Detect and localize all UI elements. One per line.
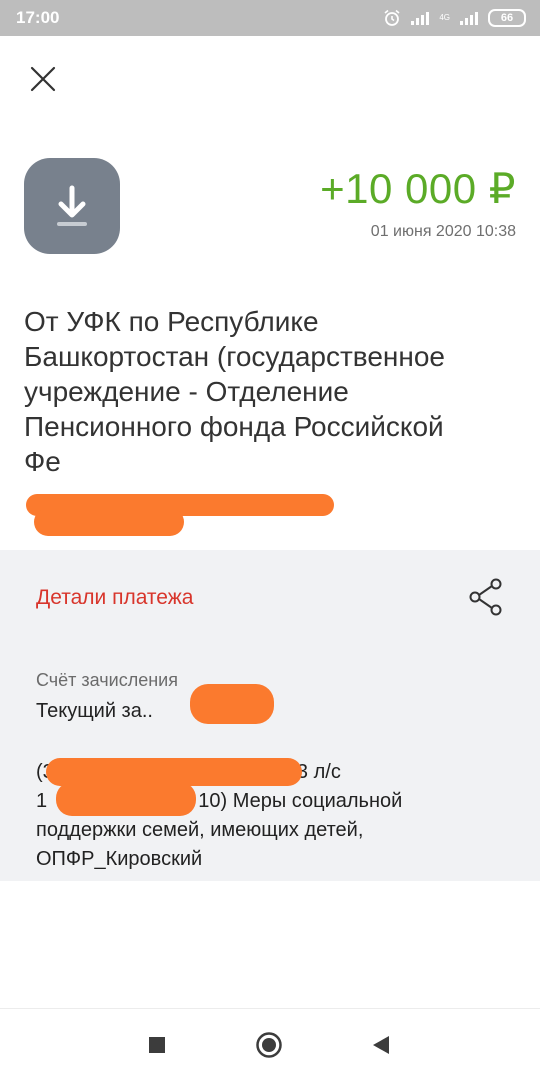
operation-amount: +10 000 ₽ (320, 165, 516, 212)
signal-icon (411, 11, 430, 25)
payer-description: От УФК по Республике Башкортостан (госуд… (24, 304, 514, 479)
payer-line: Пенсионного фонда Российской (24, 411, 444, 442)
redaction-mark (56, 782, 196, 816)
home-button[interactable] (251, 1027, 287, 1063)
home-circle-icon (256, 1032, 282, 1058)
payer-line: учреждение - Отделение (24, 376, 349, 407)
network-type: 4G (439, 13, 450, 22)
recent-apps-button[interactable] (139, 1027, 175, 1063)
account-label: Счёт зачисления (36, 670, 178, 690)
payment-details-title: Детали платежа (36, 586, 194, 609)
purpose-line: ОПФР_Кировский (36, 848, 203, 870)
square-icon (149, 1037, 165, 1053)
purpose-line: поддержки семей, имеющих детей, (36, 819, 364, 841)
payer-line: От УФК по Республике (24, 306, 319, 337)
account-value: Текущий за.. (36, 700, 153, 722)
payer-line: Фе (24, 446, 61, 477)
status-icons: 4G 66 (383, 8, 526, 28)
back-triangle-icon (373, 1036, 389, 1054)
back-button[interactable] (363, 1027, 399, 1063)
close-icon (30, 66, 56, 92)
signal-icon-2 (460, 11, 478, 25)
incoming-transfer-badge (24, 158, 120, 254)
share-button[interactable] (466, 576, 506, 618)
payer-line: Башкортостан (государственное (24, 341, 445, 372)
battery-icon: 66 (488, 9, 526, 27)
download-icon (57, 185, 87, 226)
close-button[interactable] (26, 62, 60, 96)
redaction-mark (34, 508, 184, 536)
operation-datetime: 01 июня 2020 10:38 (370, 223, 516, 240)
status-bar: 17:00 4G 66 (0, 0, 540, 36)
share-icon (469, 578, 502, 616)
status-time: 17:00 (16, 8, 60, 27)
redaction-mark (190, 684, 274, 724)
alarm-icon (384, 9, 400, 26)
system-nav-bar (0, 1008, 540, 1081)
